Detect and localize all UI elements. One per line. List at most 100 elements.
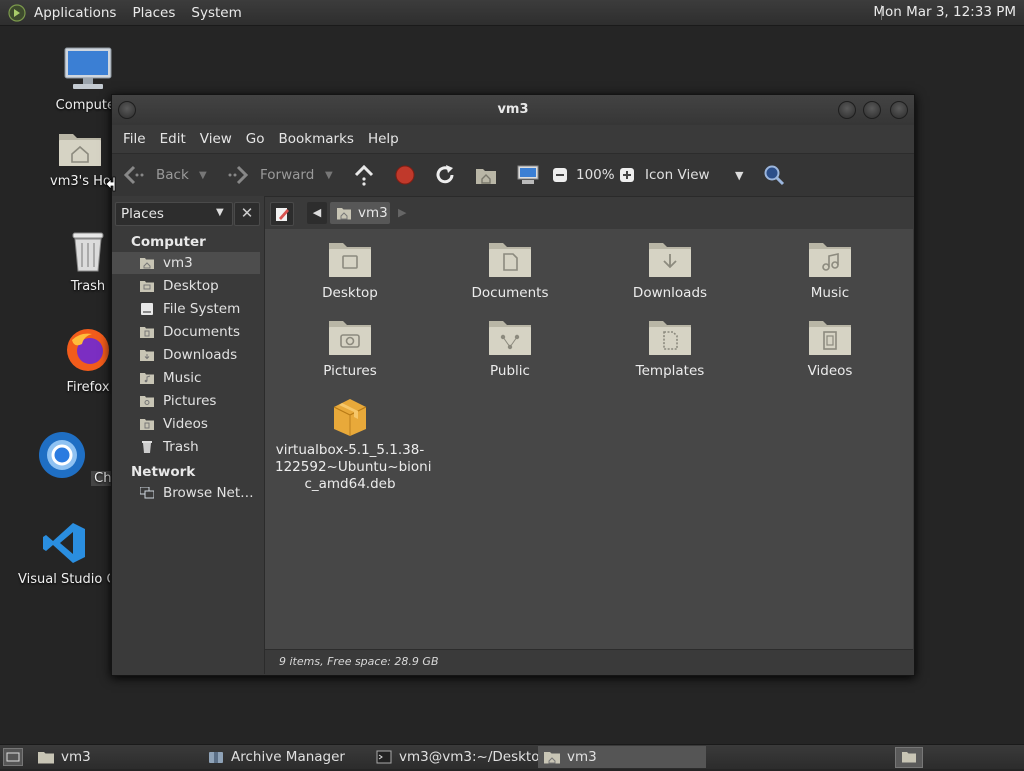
sidebar-item-videos[interactable]: Videos [112, 413, 260, 435]
desktop-icon-home[interactable]: vm3's Home [50, 128, 110, 189]
menu-go[interactable]: Go [239, 131, 272, 147]
view-mode-select[interactable]: Icon View ▼ [645, 167, 749, 183]
menu-edit[interactable]: Edit [153, 131, 193, 147]
maximize-button[interactable] [863, 101, 881, 119]
folder-icon [38, 752, 54, 764]
chevron-down-icon: ▼ [735, 168, 744, 182]
downloads-folder-icon [140, 350, 154, 361]
system-menu[interactable]: System [183, 5, 249, 21]
computer-icon [64, 47, 112, 89]
home-icon[interactable] [475, 165, 497, 185]
file-item-videos[interactable]: Videos [755, 317, 905, 379]
clock[interactable]: Mon Mar 3, 12:33 PM [873, 4, 1016, 20]
file-manager-window[interactable]: vm3 File Edit View Go Bookmarks Help Bac… [111, 94, 915, 676]
sidebar-item-label: Browse Net… [163, 485, 254, 501]
archive-manager-icon [209, 752, 223, 763]
window-titlebar[interactable]: vm3 [112, 95, 914, 125]
menu-bookmarks[interactable]: Bookmarks [272, 131, 361, 147]
zoom-in-icon[interactable] [619, 167, 635, 183]
menu-help[interactable]: Help [361, 131, 406, 147]
documents-folder-icon [140, 327, 154, 338]
desktop-icon-firefox[interactable]: Firefox [60, 326, 116, 395]
desktop-icon-label: vm3's Home [50, 174, 110, 189]
desktop-icon-vscode[interactable]: Visual Studio Code [18, 520, 110, 587]
pictures-folder-icon [140, 396, 154, 407]
taskbar-item-label: vm3 [61, 749, 91, 765]
file-item-templates[interactable]: Templates [595, 317, 745, 379]
menubar: File Edit View Go Bookmarks Help [112, 125, 914, 153]
path-left-arrow[interactable]: ◀ [307, 202, 327, 224]
sidebar-item-label: Music [163, 370, 202, 386]
workspace-switcher[interactable] [895, 747, 923, 768]
sidebar-item-vm3[interactable]: vm3 [112, 252, 260, 274]
up-arrow-icon[interactable] [353, 164, 375, 186]
file-item-label: Videos [807, 363, 853, 379]
documents-folder-icon [489, 243, 531, 277]
minimize-button[interactable] [838, 101, 856, 119]
sidebar: Places ▼ ✕ Computer vm3 Desktop File Sys… [112, 196, 265, 674]
sidebar-item-desktop[interactable]: Desktop [112, 275, 260, 297]
taskbar-item-label: vm3 [567, 749, 597, 765]
sidebar-item-downloads[interactable]: Downloads [112, 344, 260, 366]
sidebar-item-browse-network[interactable]: Browse Net… [112, 482, 260, 504]
applications-menu-label: Applications [34, 4, 117, 21]
forward-button[interactable]: Forward [226, 165, 314, 185]
taskbar-item-terminal[interactable]: vm3@vm3:~/Desktop [370, 746, 548, 768]
taskbar-item-archive-manager[interactable]: Archive Manager [202, 746, 368, 768]
file-item-label: Music [810, 285, 850, 301]
file-item-music[interactable]: Music [755, 239, 905, 301]
file-item-downloads[interactable]: Downloads [595, 239, 745, 301]
places-menu[interactable]: Places [124, 5, 183, 21]
file-item-desktop[interactable]: Desktop [275, 239, 425, 301]
sidebar-heading-computer: Computer [131, 234, 206, 250]
file-item-label: Documents [471, 285, 549, 301]
sidebar-heading-network: Network [131, 464, 196, 480]
back-history-dropdown[interactable]: ▼ [199, 170, 207, 181]
close-sidebar-button[interactable]: ✕ [234, 202, 260, 226]
bottom-panel: vm3 Archive Manager vm3@vm3:~/Desktop vm… [0, 744, 1024, 769]
path-right-arrow[interactable]: ▶ [398, 206, 406, 219]
videos-folder-icon [140, 419, 154, 430]
workspace-folder-icon [902, 752, 916, 763]
sidebar-type-select[interactable]: Places ▼ [115, 202, 233, 226]
edit-location-button[interactable] [270, 202, 294, 226]
taskbar-item-label: vm3@vm3:~/Desktop [399, 749, 549, 765]
music-folder-icon [809, 243, 851, 277]
file-item-label-line-3: c_amd64.deb [304, 476, 396, 492]
file-item-label: Public [490, 363, 530, 379]
file-view[interactable]: Desktop Documents Downloads Music Pictur… [265, 229, 913, 649]
sidebar-item-file-system[interactable]: File System [112, 298, 260, 320]
menu-logo-icon [8, 3, 26, 22]
sidebar-item-label: Desktop [163, 278, 219, 294]
zoom-out-icon[interactable] [552, 167, 568, 183]
sidebar-item-trash[interactable]: Trash [112, 436, 260, 458]
top-panel: Applications Places System Mon Mar 3, 12… [0, 0, 1024, 26]
sidebar-item-music[interactable]: Music [112, 367, 260, 389]
sidebar-item-documents[interactable]: Documents [112, 321, 260, 343]
search-icon[interactable] [763, 164, 785, 186]
taskbar-item-vm3-active[interactable]: vm3 [538, 746, 706, 768]
file-item-deb-package[interactable]: virtualbox-5.1_5.1.38- 122592~Ubuntu~bio… [275, 395, 431, 493]
sidebar-item-label: Pictures [163, 393, 217, 409]
trash-icon [142, 441, 152, 453]
forward-history-dropdown[interactable]: ▼ [325, 170, 333, 181]
applications-menu[interactable]: Applications [8, 3, 124, 22]
file-item-public[interactable]: Public [435, 317, 585, 379]
path-button-vm3[interactable]: vm3 [330, 202, 390, 224]
show-desktop-button[interactable] [3, 748, 23, 766]
close-button[interactable] [890, 101, 908, 119]
back-button[interactable]: Back [122, 165, 189, 185]
menu-view[interactable]: View [193, 131, 239, 147]
desktop-icon-chromium[interactable]: Chromium [37, 430, 165, 486]
file-item-pictures[interactable]: Pictures [275, 317, 425, 379]
taskbar-item-vm3[interactable]: vm3 [32, 746, 200, 768]
home-folder-icon [337, 208, 351, 220]
back-label: Back [156, 167, 189, 183]
menu-file[interactable]: File [116, 131, 153, 147]
view-mode-label: Icon View [645, 167, 710, 183]
sidebar-item-pictures[interactable]: Pictures [112, 390, 260, 412]
stop-icon[interactable] [394, 164, 416, 186]
reload-icon[interactable] [434, 164, 456, 186]
computer-icon[interactable] [516, 164, 540, 186]
file-item-documents[interactable]: Documents [435, 239, 585, 301]
